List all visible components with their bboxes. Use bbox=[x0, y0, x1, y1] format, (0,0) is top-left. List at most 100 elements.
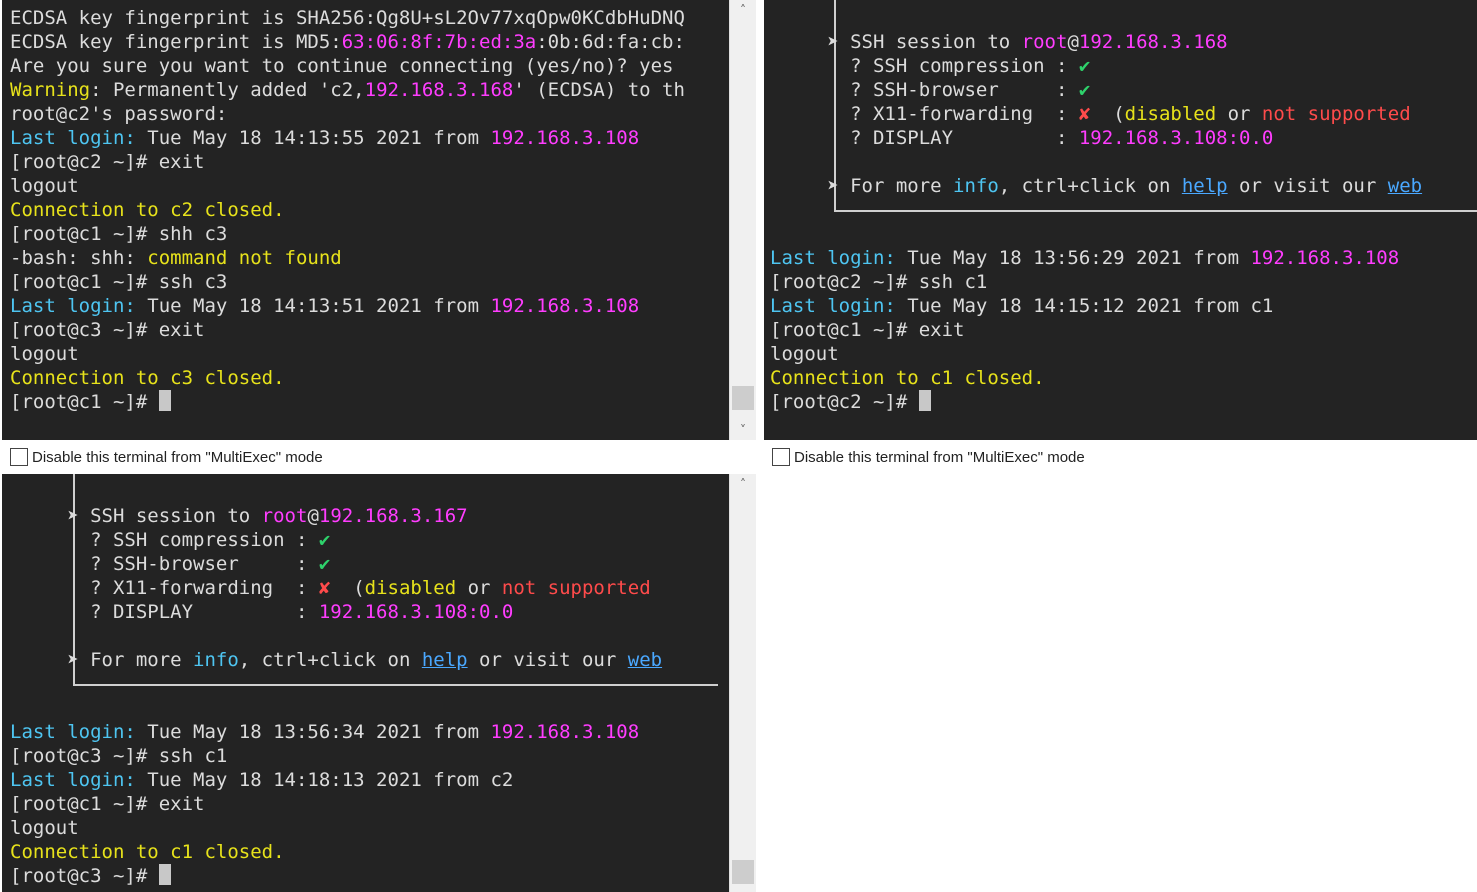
terminal-line: [root@c1 ~]# exit bbox=[770, 318, 1422, 342]
terminal-text: root bbox=[1021, 31, 1068, 53]
terminal-text: logout bbox=[10, 343, 79, 365]
terminal-text: Tue May 18 13:56:29 2021 from bbox=[895, 247, 1251, 269]
terminal-line: Are you sure you want to continue connec… bbox=[10, 54, 685, 78]
terminal-text: [root@c1 ~]# exit bbox=[10, 793, 205, 815]
terminal-line: ➤ SSH session to root@192.168.3.168 bbox=[770, 30, 1422, 54]
terminal-link[interactable]: help bbox=[422, 649, 468, 671]
terminal-text: [root@c1 ~]# exit bbox=[770, 319, 965, 341]
terminal-line: [root@c2 ~]# exit bbox=[10, 150, 685, 174]
terminal-text: ? SSH-browser : bbox=[770, 79, 1079, 101]
terminal-text: ? SSH compression : bbox=[770, 55, 1079, 77]
scroll-down-icon[interactable]: ˅ bbox=[730, 420, 756, 440]
terminal-line: ➤ For more info, ctrl+click on help or v… bbox=[770, 174, 1422, 198]
terminal-text: [root@c1 ~]# bbox=[10, 391, 159, 413]
terminal-link[interactable]: web bbox=[628, 649, 662, 671]
checkbox-label: Disable this terminal from "MultiExec" m… bbox=[794, 449, 1085, 466]
terminal-text: disabled bbox=[364, 577, 457, 599]
multiexec-checkbox-c1[interactable]: Disable this terminal from "MultiExec" m… bbox=[10, 448, 323, 466]
terminal-text: 192.168.3.108:0.0 bbox=[318, 601, 514, 623]
terminal-line: root@c2's password: bbox=[10, 102, 685, 126]
terminal-text: not supported bbox=[501, 577, 651, 599]
terminal-line: Last login: Tue May 18 14:13:51 2021 fro… bbox=[10, 294, 685, 318]
terminal-line: [root@c1 ~]# ssh c3 bbox=[10, 270, 685, 294]
terminal-line: ? SSH compression : ✔ bbox=[770, 54, 1422, 78]
terminal-text: ? X11-forwarding : bbox=[10, 577, 319, 599]
scrollbar-c1[interactable]: ˄ ˅ bbox=[729, 0, 756, 440]
terminal-line: Last login: Tue May 18 14:15:12 2021 fro… bbox=[770, 294, 1422, 318]
terminal-text: Last login: bbox=[770, 295, 896, 317]
scroll-up-icon[interactable]: ˄ bbox=[730, 0, 756, 20]
terminal-text: 192.168.3.108 bbox=[490, 721, 640, 743]
terminal-text: Tue May 18 14:15:12 2021 from c1 bbox=[895, 295, 1274, 317]
terminal-text: logout bbox=[10, 175, 79, 197]
terminal-text: Last login: bbox=[10, 127, 136, 149]
terminal-text: info bbox=[193, 649, 239, 671]
scroll-thumb[interactable] bbox=[732, 386, 754, 410]
terminal-text: ✔ bbox=[1078, 79, 1091, 101]
terminal-text: ✔ bbox=[318, 529, 331, 551]
terminal-text: Connection to c3 closed. bbox=[10, 367, 285, 389]
terminal-link[interactable]: help bbox=[1182, 175, 1228, 197]
terminal-line: logout bbox=[10, 174, 685, 198]
terminal-text: Are you sure you want to continue connec… bbox=[10, 55, 674, 77]
terminal-line: Last login: Tue May 18 13:56:34 2021 fro… bbox=[10, 720, 662, 744]
terminal-text: ECDSA key fingerprint is MD5: bbox=[10, 31, 342, 53]
multiexec-checkbox-c2[interactable]: Disable this terminal from "MultiExec" m… bbox=[772, 448, 1085, 466]
terminal-text: [root@c1 ~]# ssh c3 bbox=[10, 271, 228, 293]
terminal-line: [root@c2 ~]# bbox=[770, 390, 1422, 414]
cursor-block bbox=[158, 864, 171, 885]
terminal-text: info bbox=[953, 175, 999, 197]
terminal-text: Tue May 18 13:56:34 2021 from bbox=[135, 721, 491, 743]
terminal-text: 63:06:8f:7b:ed:3a bbox=[341, 31, 537, 53]
terminal-text: 192.168.3.108 bbox=[1250, 247, 1400, 269]
terminal-lines: ECDSA key fingerprint is SHA256:Qg8U+sL2… bbox=[10, 6, 685, 414]
terminal-line: ➤ For more info, ctrl+click on help or v… bbox=[10, 648, 662, 672]
terminal-text: [root@c2 ~]# exit bbox=[10, 151, 205, 173]
terminal-link[interactable]: web bbox=[1388, 175, 1422, 197]
terminal-line: [root@c2 ~]# ssh c1 bbox=[770, 270, 1422, 294]
terminal-text: Warning bbox=[10, 79, 91, 101]
terminal-output-c1[interactable]: ECDSA key fingerprint is SHA256:Qg8U+sL2… bbox=[2, 0, 730, 440]
scrollbar-c3[interactable]: ˄ bbox=[729, 474, 756, 892]
terminal-text: logout bbox=[770, 343, 839, 365]
terminal-line: ECDSA key fingerprint is SHA256:Qg8U+sL2… bbox=[10, 6, 685, 30]
terminal-line: ? SSH compression : ✔ bbox=[10, 528, 662, 552]
terminal-line: Connection to c3 closed. bbox=[10, 366, 685, 390]
terminal-text: ' (ECDSA) to th bbox=[513, 79, 685, 101]
terminal-text: ? DISPLAY : bbox=[10, 601, 319, 623]
terminal-pane-c3: ➤ SSH session to root@192.168.3.167 ? SS… bbox=[2, 474, 756, 892]
checkbox-label: Disable this terminal from "MultiExec" m… bbox=[32, 449, 323, 466]
terminal-output-c3[interactable]: ➤ SSH session to root@192.168.3.167 ? SS… bbox=[2, 474, 730, 892]
terminal-text: ✘ bbox=[1078, 103, 1091, 125]
terminal-pane-c1: ECDSA key fingerprint is SHA256:Qg8U+sL2… bbox=[2, 0, 756, 440]
terminal-text: @ bbox=[1067, 31, 1079, 53]
terminal-line: logout bbox=[10, 816, 662, 840]
terminal-line: ? DISPLAY : 192.168.3.108:0.0 bbox=[770, 126, 1422, 150]
terminal-line: [root@c3 ~]# ssh c1 bbox=[10, 744, 662, 768]
checkbox-icon[interactable] bbox=[10, 448, 28, 466]
terminal-text: [root@c3 ~]# bbox=[10, 865, 159, 887]
terminal-text: -bash: shh: bbox=[10, 247, 148, 269]
terminal-pane-c2: ➤ SSH session to root@192.168.3.168 ? SS… bbox=[764, 0, 1477, 440]
scroll-up-icon[interactable]: ˄ bbox=[730, 474, 756, 494]
terminal-text: Tue May 18 14:13:51 2021 from bbox=[135, 295, 491, 317]
scroll-thumb[interactable] bbox=[732, 860, 754, 884]
checkbox-icon[interactable] bbox=[772, 448, 790, 466]
terminal-output-c2[interactable]: ➤ SSH session to root@192.168.3.168 ? SS… bbox=[764, 0, 1477, 440]
terminal-text: 192.168.3.168 bbox=[364, 79, 514, 101]
terminal-line: ? X11-forwarding : ✘ (disabled or not su… bbox=[10, 576, 662, 600]
cursor-block bbox=[158, 390, 171, 411]
terminal-line: Last login: Tue May 18 14:13:55 2021 fro… bbox=[10, 126, 685, 150]
terminal-text: ? SSH compression : bbox=[10, 529, 319, 551]
terminal-text: root bbox=[261, 505, 308, 527]
terminal-text: ➤ SSH session to bbox=[770, 31, 1022, 53]
terminal-line: ? SSH-browser : ✔ bbox=[770, 78, 1422, 102]
terminal-text: Connection to c1 closed. bbox=[770, 367, 1045, 389]
terminal-line: Warning: Permanently added 'c2,192.168.3… bbox=[10, 78, 685, 102]
terminal-text: or visit our bbox=[1227, 175, 1388, 197]
